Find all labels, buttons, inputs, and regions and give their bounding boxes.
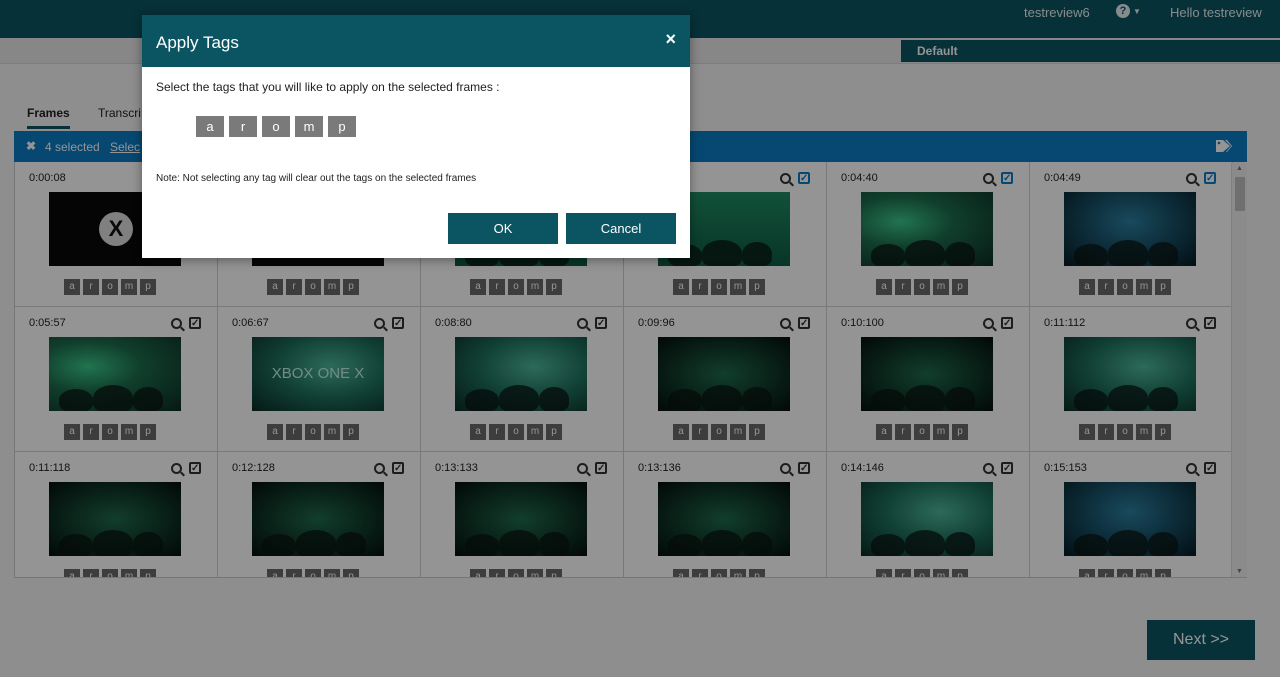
dialog-note: Note: Not selecting any tag will clear o… bbox=[156, 173, 477, 184]
cancel-button[interactable]: Cancel bbox=[566, 213, 676, 244]
tag-option-r[interactable]: r bbox=[229, 116, 257, 137]
tag-option-o[interactable]: o bbox=[262, 116, 290, 137]
dialog-title: Apply Tags bbox=[156, 33, 239, 52]
tag-option-m[interactable]: m bbox=[295, 116, 323, 137]
dialog-prompt: Select the tags that you will like to ap… bbox=[156, 80, 500, 94]
tag-option-a[interactable]: a bbox=[196, 116, 224, 137]
dialog-header: Apply Tags × bbox=[142, 15, 690, 67]
tag-options: a r o m p bbox=[196, 116, 356, 137]
tag-option-p[interactable]: p bbox=[328, 116, 356, 137]
close-icon[interactable]: × bbox=[665, 29, 676, 50]
ok-button[interactable]: OK bbox=[448, 213, 558, 244]
apply-tags-dialog: Apply Tags × Select the tags that you wi… bbox=[142, 15, 690, 258]
